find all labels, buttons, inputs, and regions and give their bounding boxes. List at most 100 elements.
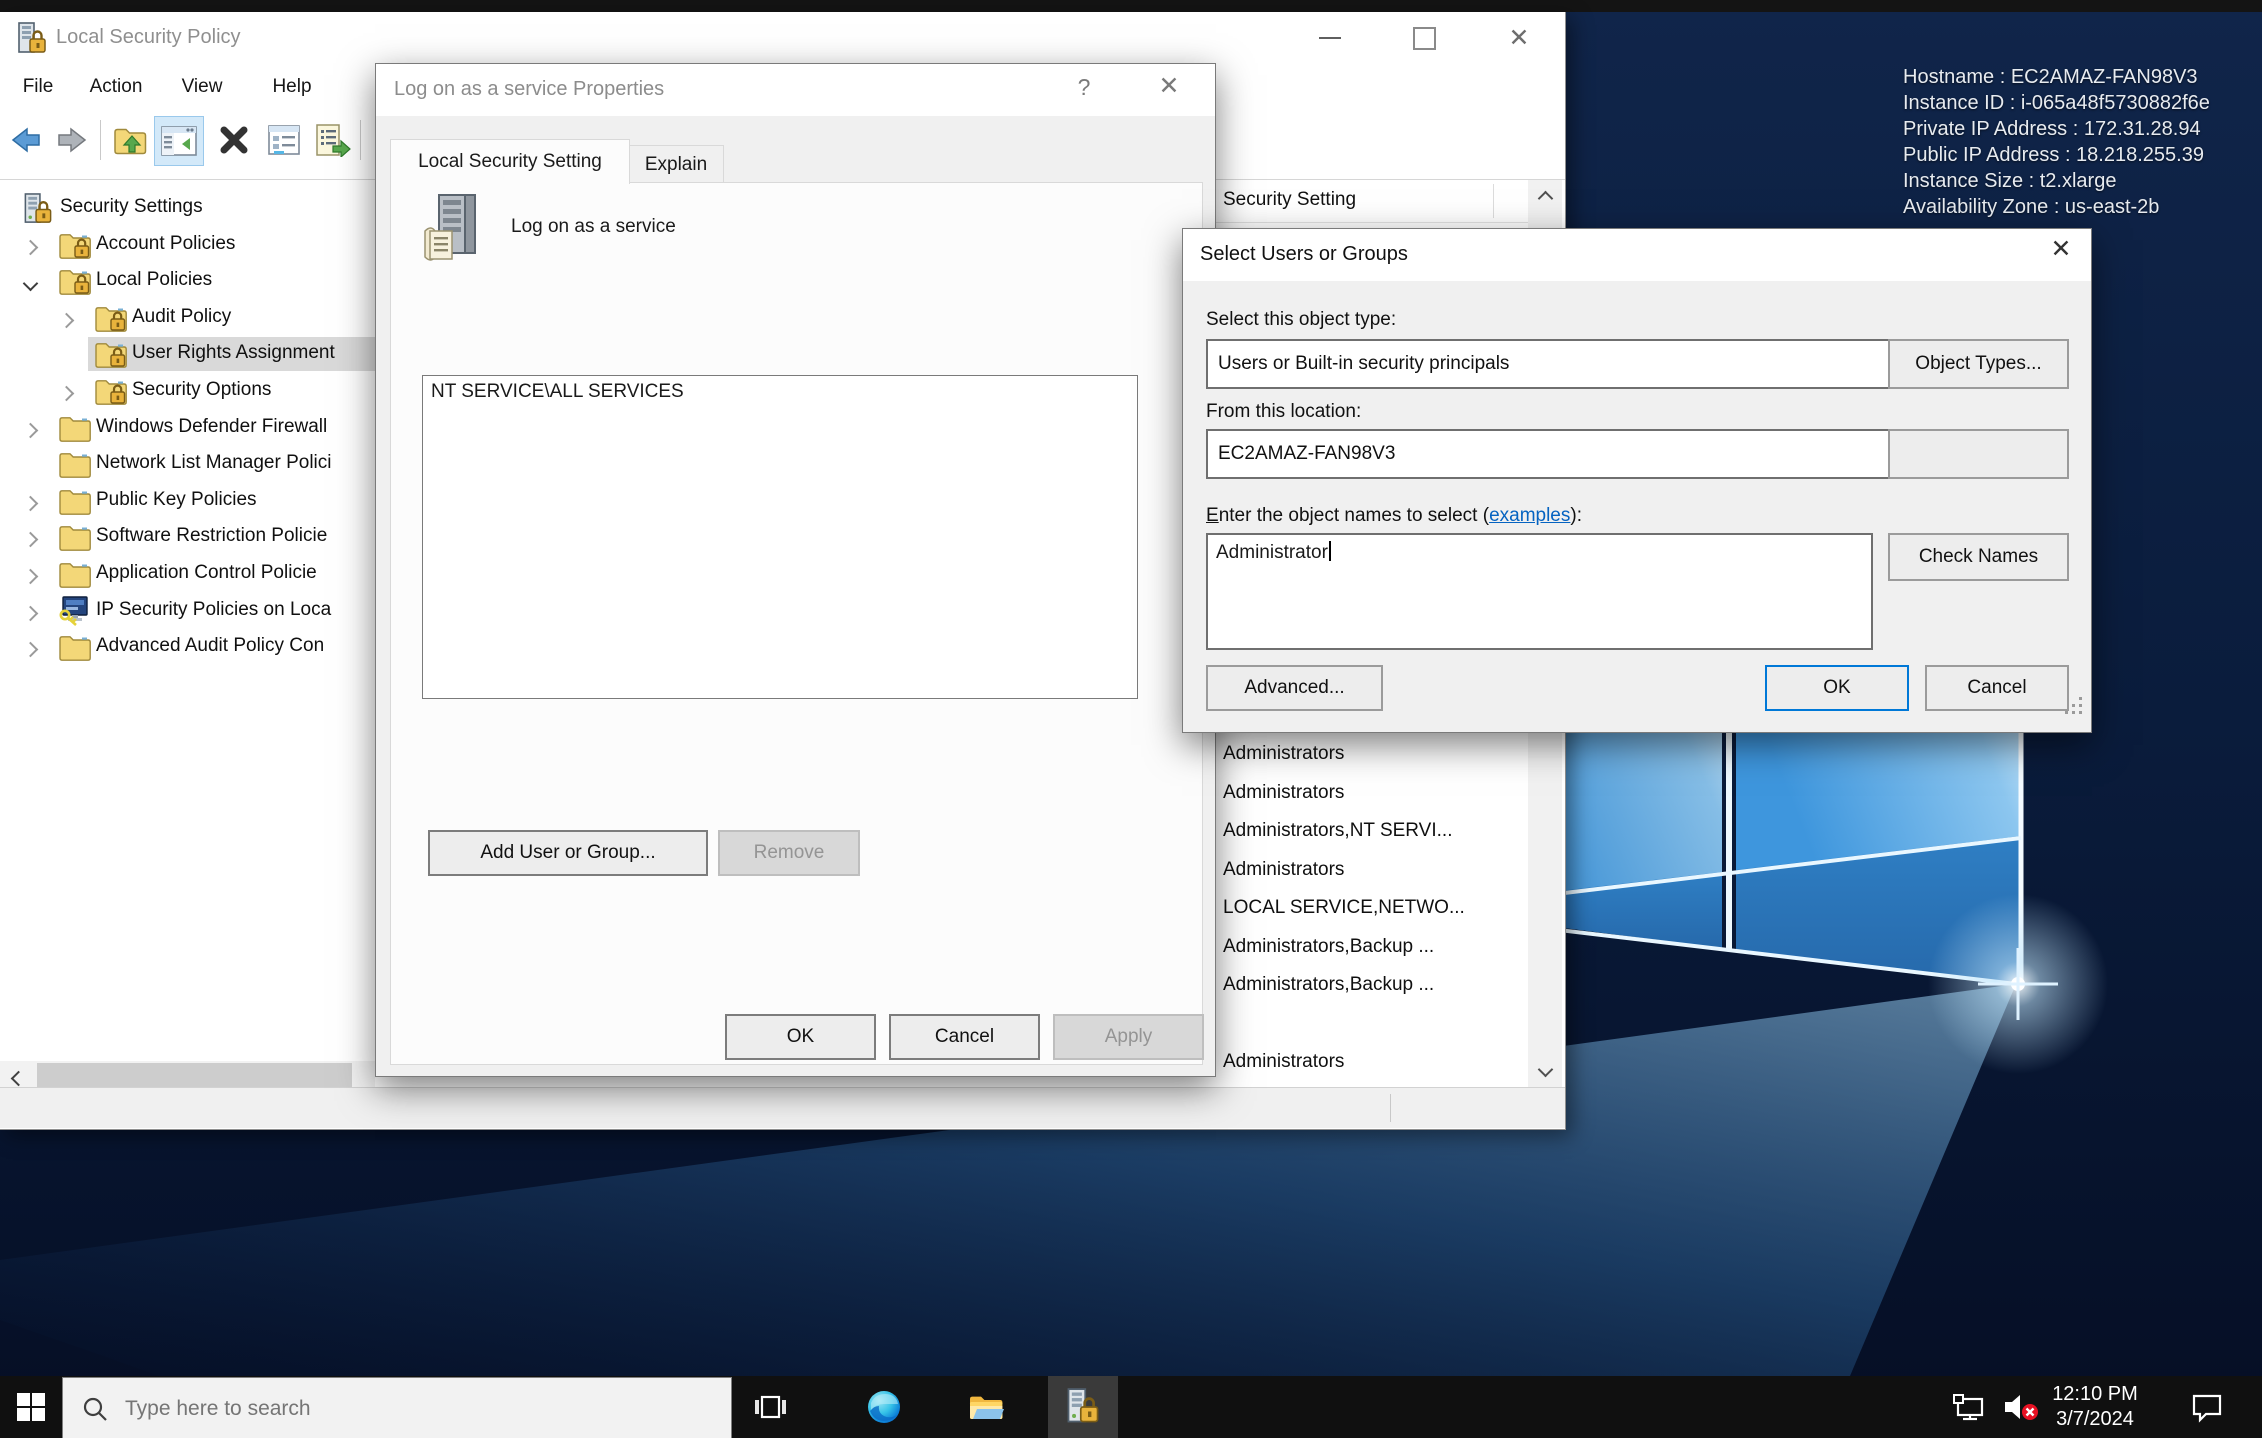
task-view-button[interactable] <box>735 1376 805 1438</box>
chevron-right-icon[interactable] <box>23 496 39 512</box>
chevron-right-icon[interactable] <box>59 386 75 402</box>
tree-item-local-policies[interactable]: Local Policies <box>0 263 375 299</box>
network-tray-button[interactable] <box>1944 1376 1994 1438</box>
advanced-button[interactable]: Advanced... <box>1206 665 1383 711</box>
dialog-titlebar[interactable]: Log on as a service Properties ? ✕ <box>376 64 1215 116</box>
location-field[interactable]: EC2AMAZ-FAN98V3 <box>1206 429 1893 479</box>
ok-button[interactable]: OK <box>725 1014 876 1060</box>
taskbar-clock[interactable]: 12:10 PM 3/7/2024 <box>2045 1382 2145 1432</box>
resize-grip[interactable] <box>2067 699 2085 717</box>
forward-icon <box>55 124 89 156</box>
ok-button[interactable]: OK <box>1765 665 1909 711</box>
chevron-right-icon[interactable] <box>23 605 39 621</box>
column-divider[interactable] <box>1493 184 1494 218</box>
tab-explain[interactable]: Explain <box>628 145 724 184</box>
security-setting-cell: Administrators <box>1223 743 1344 765</box>
cancel-button[interactable]: Cancel <box>889 1014 1040 1060</box>
start-button[interactable] <box>0 1376 62 1438</box>
cancel-button[interactable]: Cancel <box>1925 665 2069 711</box>
menu-help[interactable]: Help <box>264 64 320 110</box>
apply-button: Apply <box>1053 1014 1204 1060</box>
tree-item-public-key-policies[interactable]: Public Key Policies <box>0 483 375 519</box>
chevron-down-icon[interactable] <box>23 276 39 292</box>
tab-local-security-setting[interactable]: Local Security Setting <box>390 139 630 184</box>
folder-lock-icon <box>94 303 128 334</box>
dialog-titlebar[interactable]: Select Users or Groups ✕ <box>1183 229 2091 281</box>
tab-page: Log on as a service NT SERVICE\ALL SERVI… <box>390 182 1203 1065</box>
tree-item-network-list-manager-polici[interactable]: Network List Manager Polici <box>0 446 375 482</box>
tree-item-audit-policy[interactable]: Audit Policy <box>0 300 375 336</box>
object-names-input[interactable]: Administrator <box>1206 533 1873 650</box>
window-titlebar[interactable]: Local Security Policy ✕ <box>0 12 1565 64</box>
export-list-button[interactable] <box>310 116 354 164</box>
taskbar-search[interactable] <box>62 1377 732 1438</box>
close-button[interactable]: ✕ <box>2039 237 2083 275</box>
tree-item-user-rights-assignment[interactable]: User Rights Assignment <box>0 336 375 372</box>
chevron-right-icon[interactable] <box>23 569 39 585</box>
action-center-button[interactable] <box>2178 1376 2236 1438</box>
back-icon <box>9 124 43 156</box>
list-row[interactable]: Administrators <box>1214 774 1528 812</box>
list-row[interactable] <box>1214 1005 1528 1043</box>
delete-x-icon <box>218 124 250 156</box>
minimize-button[interactable] <box>1297 12 1363 64</box>
chevron-right-icon[interactable] <box>23 642 39 658</box>
local-security-policy-icon <box>16 22 48 56</box>
status-bar <box>0 1087 1565 1128</box>
back-button[interactable] <box>4 116 48 164</box>
tree-item-account-policies[interactable]: Account Policies <box>0 227 375 263</box>
object-type-field[interactable]: Users or Built-in security principals <box>1206 339 1893 389</box>
menu-file[interactable]: File <box>18 64 58 110</box>
help-button[interactable]: ? <box>1064 74 1104 110</box>
clock-date: 3/7/2024 <box>2045 1407 2145 1432</box>
list-row[interactable]: Administrators <box>1214 735 1528 773</box>
tree-item-ip-security-policies-on-loca[interactable]: IP Security Policies on Loca <box>0 593 375 629</box>
scroll-down-button[interactable] <box>1528 1051 1562 1087</box>
list-row[interactable]: Administrators,NT SERVI... <box>1214 812 1528 850</box>
edge-taskbar-button[interactable] <box>849 1376 919 1438</box>
add-user-or-group-button[interactable]: Add User or Group... <box>428 830 708 876</box>
search-icon <box>81 1395 109 1423</box>
folder-icon <box>58 522 92 553</box>
list-row[interactable]: Administrators,Backup ... <box>1214 928 1528 966</box>
examples-link[interactable]: examples <box>1489 505 1570 526</box>
chevron-right-icon[interactable] <box>23 532 39 548</box>
tree-item-security-settings[interactable]: Security Settings <box>0 190 375 226</box>
chevron-right-icon[interactable] <box>23 239 39 255</box>
tree-item-application-control-policie[interactable]: Application Control Policie <box>0 556 375 592</box>
menu-action[interactable]: Action <box>80 64 152 110</box>
file-explorer-taskbar-button[interactable] <box>951 1376 1021 1438</box>
members-listbox[interactable]: NT SERVICE\ALL SERVICES <box>422 375 1138 699</box>
text-caret <box>1329 541 1331 561</box>
up-level-button[interactable] <box>108 116 152 164</box>
properties-button[interactable] <box>262 116 306 164</box>
member-item[interactable]: NT SERVICE\ALL SERVICES <box>431 381 684 403</box>
local-security-policy-taskbar-button[interactable] <box>1048 1376 1118 1438</box>
locations-button[interactable] <box>1888 429 2069 479</box>
chevron-right-icon[interactable] <box>23 422 39 438</box>
tree-item-advanced-audit-policy-con[interactable]: Advanced Audit Policy Con <box>0 629 375 665</box>
close-button[interactable]: ✕ <box>1146 74 1192 110</box>
tree-item-security-options[interactable]: Security Options <box>0 373 375 409</box>
column-header-security-setting[interactable]: Security Setting <box>1214 180 1528 223</box>
object-types-button[interactable]: Object Types... <box>1888 339 2069 389</box>
check-names-button[interactable]: Check Names <box>1888 533 2069 581</box>
chevron-right-icon[interactable] <box>59 313 75 329</box>
maximize-button[interactable] <box>1391 12 1457 64</box>
edge-icon <box>866 1389 902 1425</box>
search-input[interactable] <box>123 1396 647 1422</box>
close-button[interactable]: ✕ <box>1486 12 1552 64</box>
list-row[interactable]: LOCAL SERVICE,NETWO... <box>1214 889 1528 927</box>
folder-icon <box>58 413 92 444</box>
tree-item-windows-defender-firewall[interactable]: Windows Defender Firewall <box>0 410 375 446</box>
list-row[interactable]: Administrators <box>1214 851 1528 889</box>
delete-button[interactable] <box>212 116 256 164</box>
list-row[interactable]: Administrators <box>1214 1043 1528 1081</box>
volume-tray-button[interactable] <box>1994 1376 2048 1438</box>
forward-button[interactable] <box>50 116 94 164</box>
console-tree-toggle-button[interactable] <box>154 116 204 166</box>
menu-view[interactable]: View <box>172 64 232 110</box>
tree-item-software-restriction-policie[interactable]: Software Restriction Policie <box>0 519 375 555</box>
scroll-up-button[interactable] <box>1528 180 1562 216</box>
list-row[interactable]: Administrators,Backup ... <box>1214 966 1528 1004</box>
